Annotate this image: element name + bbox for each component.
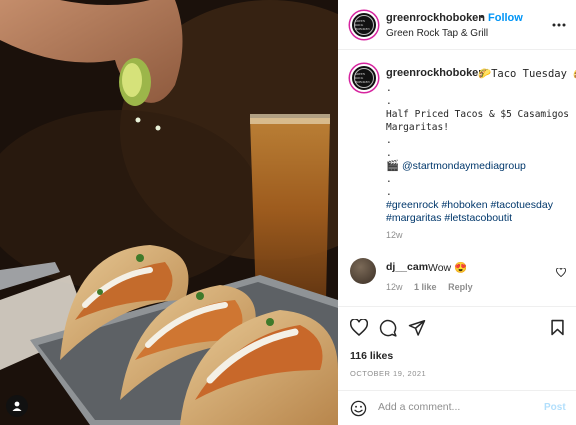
user-tag-icon[interactable] [6, 395, 28, 417]
avatar-logo-text: GREEN ROCK HOBOKEN [355, 19, 370, 31]
share-icon[interactable] [408, 319, 426, 341]
post-location[interactable]: Green Rock Tap & Grill [386, 28, 488, 39]
post-date: OCTOBER 19, 2021 [350, 369, 427, 378]
caption-dot: . [386, 96, 392, 107]
avatar[interactable]: GREEN ROCK HOBOKEN [350, 11, 378, 39]
follow-button[interactable]: Follow [488, 12, 523, 24]
hashtags-line[interactable]: #margaritas #letstacoboutit [386, 212, 571, 225]
separator-dot: • [480, 11, 484, 23]
credit-mention-link[interactable]: @startmondaymediagroup [402, 160, 526, 172]
caption-offer: Half Priced Tacos & $5 Casamigos Margari… [386, 109, 570, 133]
avatar[interactable]: GREEN ROCK HOBOKEN [350, 64, 378, 92]
taco-photo-illustration [0, 0, 338, 425]
caption-timestamp: 12w [386, 230, 403, 240]
caption-dot: . [386, 83, 392, 94]
comment-timestamp: 12w [386, 282, 403, 292]
caption-dot: . [386, 187, 392, 198]
comment-item: dj__cam Wow 😍 12w 1 like Reply [338, 256, 576, 300]
comment-text: Wow 😍 [428, 262, 468, 274]
post-actions: 116 likes OCTOBER 19, 2021 Post [338, 306, 576, 425]
comment-likes[interactable]: 1 like [414, 282, 437, 292]
post-caption: GREEN ROCK HOBOKEN greenrockhoboken 🌮Tac… [338, 50, 576, 244]
caption-credit-line: 🎬 @startmondaymediagroup [386, 160, 571, 173]
reply-button[interactable]: Reply [448, 282, 473, 292]
more-icon[interactable] [552, 14, 566, 32]
caption-title: 🌮Taco Tuesday 🌮 [478, 68, 576, 80]
heart-icon[interactable] [349, 318, 369, 341]
commenter-avatar[interactable] [350, 258, 376, 284]
caption-dot: . [386, 174, 392, 185]
caption-dot: . [386, 148, 392, 159]
comment-meta: 12w 1 like Reply [386, 282, 482, 292]
clapper-emoji: 🎬 [386, 160, 400, 172]
heart-icon[interactable] [556, 264, 566, 282]
bookmark-icon[interactable] [550, 319, 565, 341]
caption-body: . . Half Priced Tacos & $5 Casamigos Mar… [386, 82, 571, 225]
post-comment-button[interactable]: Post [544, 402, 566, 413]
caption-dot: . [386, 135, 392, 146]
commenter-username[interactable]: dj__cam [386, 261, 428, 273]
add-comment-bar: Post [338, 390, 576, 425]
caption-username[interactable]: greenrockhoboken [386, 67, 485, 79]
hashtags-line[interactable]: #greenrock #hoboken #tacotuesday [386, 199, 571, 212]
comment-icon[interactable] [379, 319, 397, 342]
comment-input[interactable] [378, 401, 528, 413]
emoji-icon[interactable] [350, 400, 367, 422]
post-side-panel: GREEN ROCK HOBOKEN greenrockhoboken • Fo… [338, 0, 576, 425]
post-header: GREEN ROCK HOBOKEN greenrockhoboken • Fo… [338, 0, 576, 50]
avatar-logo-text: GREEN ROCK HOBOKEN [355, 72, 370, 84]
post-username[interactable]: greenrockhoboken [386, 12, 485, 24]
likes-count[interactable]: 116 likes [350, 350, 393, 362]
post-photo[interactable] [0, 0, 338, 425]
